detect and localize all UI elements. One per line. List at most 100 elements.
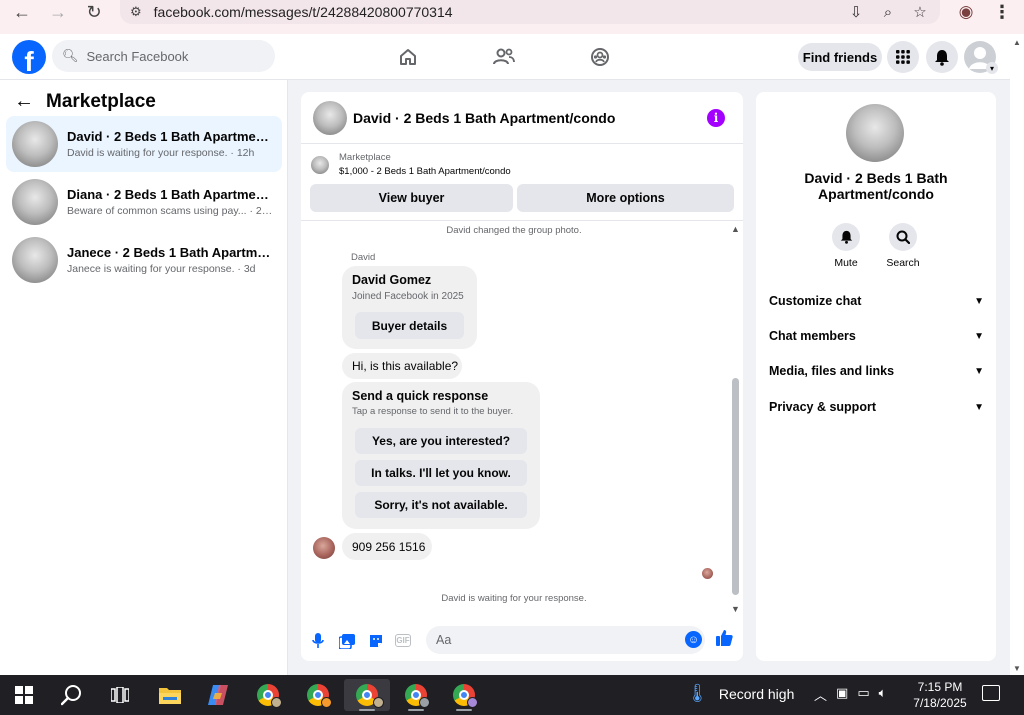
chrome-profile-5-icon[interactable]	[444, 679, 484, 711]
microphone-icon[interactable]	[308, 631, 328, 651]
weather-text: Record high	[718, 685, 795, 702]
volume-icon[interactable]: 🔈︎	[879, 685, 887, 704]
url-text[interactable]: facebook.com/messages/t/2428842080077031…	[154, 4, 453, 20]
groups-icon[interactable]	[576, 42, 624, 72]
quick-response-option[interactable]: Yes, are you interested?	[355, 428, 527, 454]
install-app-icon[interactable]: ⇩	[846, 3, 866, 21]
conversation-item[interactable]: Janece · 2 Beds 1 Bath Apartment/... Jan…	[6, 232, 282, 288]
conversation-title: David · 2 Beds 1 Bath Apartment/c...	[67, 129, 273, 144]
address-bar[interactable]: ⚙ facebook.com/messages/t/24288420800770…	[120, 0, 940, 24]
scroll-up-icon[interactable]: ▲	[1013, 38, 1021, 47]
clock[interactable]: 7:15 PM 7/18/2025	[908, 679, 972, 711]
chrome-profile-1-icon[interactable]	[248, 679, 288, 711]
scroll-up-icon[interactable]: ▲	[731, 224, 740, 234]
buyer-details-button[interactable]: Buyer details	[355, 312, 464, 339]
chat-details-title: David · 2 Beds 1 Bath Apartment/condo	[804, 170, 948, 202]
reload-icon[interactable]: ↻	[76, 0, 112, 24]
chat-panel: David · 2 Beds 1 Bath Apartment/condo i …	[301, 92, 743, 661]
gif-icon[interactable]: GIF	[395, 634, 411, 647]
chevron-down-icon: ▼	[974, 365, 984, 377]
quick-response-option[interactable]: In talks. I'll let you know.	[355, 460, 527, 486]
panel-title: Marketplace	[46, 90, 156, 112]
chat-header: David · 2 Beds 1 Bath Apartment/condo i	[301, 92, 743, 144]
row-label: Customize chat	[769, 294, 862, 308]
privacy-support-row[interactable]: Privacy & support ▼	[769, 397, 984, 417]
back-arrow-icon[interactable]: ←	[14, 90, 34, 113]
menu-grid-icon[interactable]	[887, 41, 919, 73]
conversation-item[interactable]: Diana · 2 Beds 1 Bath Apartment/c... Bew…	[6, 174, 282, 230]
scroll-down-icon[interactable]: ▼	[731, 604, 740, 614]
photo-icon[interactable]	[337, 631, 357, 651]
copilot-icon[interactable]	[198, 679, 238, 711]
chrome-active-window-icon[interactable]	[344, 679, 390, 711]
conversation-preview: David is waiting for your response. · 12…	[67, 147, 255, 159]
quick-response-option[interactable]: Sorry, it's not available.	[355, 492, 527, 518]
media-files-links-row[interactable]: Media, files and links ▼	[769, 361, 984, 381]
listing-thumbnail	[12, 237, 58, 283]
chat-details-panel: David · 2 Beds 1 Bath Apartment/condo Mu…	[756, 92, 996, 661]
zoom-icon[interactable]: ⌕	[878, 4, 898, 21]
browser-profile-icon[interactable]: ◉	[954, 0, 978, 24]
chrome-profile-2-icon[interactable]	[298, 679, 338, 711]
browser-menu-icon[interactable]: ⋮	[992, 0, 1012, 24]
conversation-preview: Janece is waiting for your response. · 3…	[67, 263, 256, 275]
chat-scrollbar[interactable]: ▲ ▼	[729, 222, 743, 614]
forward-arrow-icon[interactable]: →	[40, 0, 76, 24]
more-options-button[interactable]: More options	[517, 184, 734, 212]
marketplace-label: Marketplace	[339, 152, 391, 163]
emoji-icon[interactable]: ☺	[685, 631, 702, 648]
search-input[interactable]: 🔍︎ Search Facebook	[52, 40, 275, 72]
buyer-joined: Joined Facebook in 2025	[352, 291, 464, 302]
customize-chat-row[interactable]: Customize chat ▼	[769, 291, 984, 311]
sticker-icon[interactable]	[366, 631, 386, 651]
chevron-down-icon: ▼	[974, 295, 984, 307]
message-input[interactable]: Aa	[426, 626, 705, 654]
clock-date: 7/18/2025	[913, 696, 967, 710]
find-friends-button[interactable]: Find friends	[798, 43, 882, 71]
buyer-name: David Gomez	[352, 273, 432, 287]
notifications-bell-icon[interactable]	[926, 41, 958, 73]
network-icon[interactable]: ▭	[857, 685, 869, 704]
weather-widget[interactable]: 🌡︎ Record high	[686, 683, 794, 704]
scroll-down-icon[interactable]: ▼	[1013, 664, 1021, 673]
search-chat-button[interactable]: Search	[873, 223, 933, 269]
scrollbar-thumb[interactable]	[732, 378, 739, 595]
thumbs-up-icon[interactable]	[716, 629, 733, 651]
account-caret-icon[interactable]: ▾	[986, 62, 998, 74]
browser-toolbar: ← → ↻ ⚙ facebook.com/messages/t/24288420…	[0, 0, 1024, 34]
search-icon	[889, 223, 917, 251]
divider	[301, 220, 743, 221]
listing-summary[interactable]: Marketplace $1,000 - 2 Beds 1 Bath Apart…	[311, 152, 511, 177]
notification-center-icon[interactable]	[982, 685, 1000, 701]
facebook-logo-icon[interactable]: f	[12, 40, 46, 74]
buyer-profile-card: David Gomez Joined Facebook in 2025 Buye…	[342, 266, 477, 349]
row-label: Privacy & support	[769, 400, 876, 414]
listing-thumbnail	[12, 179, 58, 225]
sender-name: David	[351, 252, 376, 263]
home-icon[interactable]	[384, 42, 432, 72]
meet-now-icon[interactable]: ▣	[836, 685, 848, 704]
read-receipt-avatar	[702, 568, 713, 579]
sender-avatar[interactable]	[313, 537, 335, 559]
quick-response-title: Send a quick response	[352, 389, 489, 403]
chat-photo[interactable]	[846, 104, 904, 162]
friends-icon[interactable]	[480, 42, 528, 72]
chevron-up-icon[interactable]: ︿	[814, 685, 827, 704]
page-scrollbar[interactable]: ▲ ▼	[1010, 34, 1024, 675]
conversation-item[interactable]: David · 2 Beds 1 Bath Apartment/c... Dav…	[6, 116, 282, 172]
task-view-icon[interactable]	[100, 679, 140, 711]
chat-title[interactable]: David · 2 Beds 1 Bath Apartment/condo	[353, 110, 615, 126]
mute-button[interactable]: Mute	[816, 223, 876, 269]
bookmark-star-icon[interactable]: ☆	[910, 3, 930, 21]
chat-members-row[interactable]: Chat members ▼	[769, 326, 984, 346]
chat-avatar[interactable]	[313, 100, 347, 135]
start-button[interactable]	[4, 679, 44, 711]
back-arrow-icon[interactable]: ←	[4, 0, 40, 24]
chrome-profile-4-icon[interactable]	[396, 679, 436, 711]
listing-thumbnail	[311, 155, 329, 174]
view-buyer-button[interactable]: View buyer	[310, 184, 513, 212]
search-icon[interactable]	[52, 679, 92, 711]
file-explorer-icon[interactable]	[150, 679, 190, 711]
info-icon[interactable]: i	[707, 109, 725, 127]
site-info-icon[interactable]: ⚙	[130, 4, 142, 20]
